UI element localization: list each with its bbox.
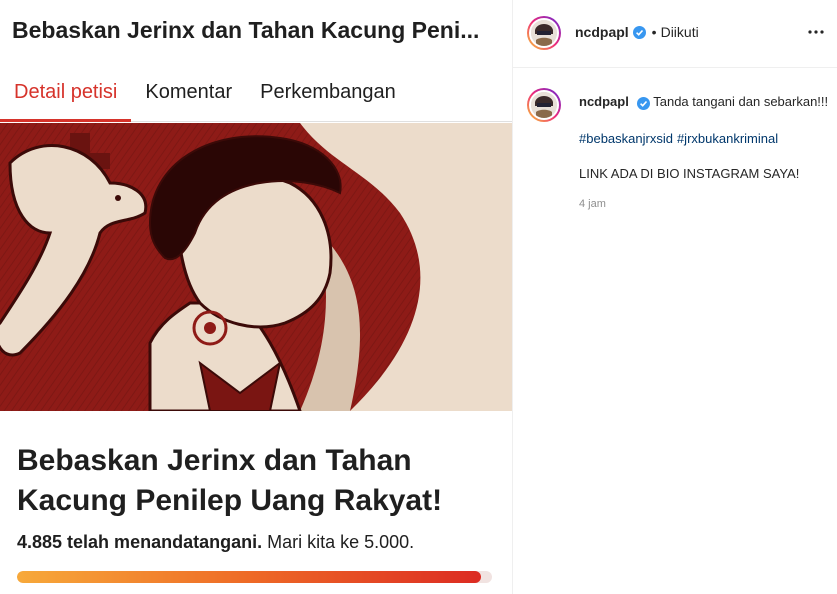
hashtag-link[interactable]: #jrxbukankriminal [677,131,778,146]
post-header: ncdpapl • Diikuti [513,0,837,68]
tab-komentar[interactable]: Komentar [131,80,246,122]
more-options-icon[interactable] [804,20,828,44]
post-header-text: ncdpapl • Diikuti [575,24,699,40]
goal-text: Mari kita ke 5.000. [267,532,415,552]
post-timestamp[interactable]: 4 jam [579,195,829,214]
avatar[interactable] [527,16,561,50]
caption-hashtags: #bebaskanjrxsid #jrxbukankriminal [579,129,829,148]
follow-status-button[interactable]: Diikuti [661,24,699,40]
separator-dot: • [651,24,657,40]
verified-badge-icon [632,25,646,39]
caption-avatar[interactable] [527,88,561,122]
post-media: Bebaskan Jerinx dan Tahan Kacung Peni...… [0,0,512,594]
verified-badge-icon [636,96,650,111]
post-side-panel: ncdpapl • Diikuti ncdpapl Tanda tangani … [512,0,837,594]
petition-body: Bebaskan Jerinx dan Tahan Kacung Penilep… [0,411,512,594]
hashtag-link[interactable]: #bebaskanjrxsid [579,131,673,146]
caption-body: ncdpapl Tanda tangani dan sebarkan!!! #b… [579,92,829,214]
petition-header-title: Bebaskan Jerinx dan Tahan Kacung Peni... [12,17,480,43]
signed-count: 4.885 telah menandatangani. [17,532,263,552]
caption-username[interactable]: ncdpapl [579,94,629,109]
signature-progress-bar [17,571,492,583]
petition-tabs: Detail petisi Komentar Perkembangan [0,80,410,122]
caption-text: Tanda tangani dan sebarkan!!! [653,94,829,109]
post-username[interactable]: ncdpapl [575,24,629,40]
tab-perkembangan[interactable]: Perkembangan [246,80,410,122]
tab-detail-petisi[interactable]: Detail petisi [0,80,132,122]
signature-count: 4.885 telah menandatangani. Mari kita ke… [17,532,414,553]
caption-extra-text: LINK ADA DI BIO INSTAGRAM SAYA! [579,166,800,181]
signature-progress-fill [17,571,482,583]
petition-title: Bebaskan Jerinx dan Tahan Kacung Penilep… [17,444,443,517]
petition-header: Bebaskan Jerinx dan Tahan Kacung Peni...… [0,0,512,122]
petition-hero-illustration [0,123,512,411]
